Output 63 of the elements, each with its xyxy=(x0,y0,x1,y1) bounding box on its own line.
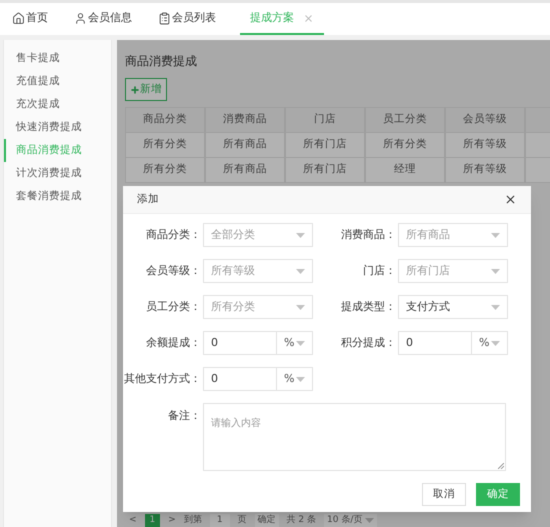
home-icon xyxy=(12,12,25,24)
column-header: 消费商品 xyxy=(205,107,285,133)
caret-icon xyxy=(296,304,305,310)
user-icon xyxy=(74,12,87,24)
next-page-button[interactable]: > xyxy=(168,514,176,527)
caret-icon xyxy=(491,304,500,310)
unit-select[interactable]: % xyxy=(277,331,313,355)
close-icon[interactable] xyxy=(504,193,517,206)
resize-handle-icon xyxy=(498,463,504,469)
column-header: 员工分类 xyxy=(365,107,445,133)
nav-tab[interactable]: 首页 xyxy=(10,3,50,35)
clipboard-icon xyxy=(158,12,171,24)
sidebar-item[interactable]: 充次提成 xyxy=(4,93,111,116)
page-unit-label: 页 xyxy=(238,514,247,527)
table-cell: 所有等级 xyxy=(445,158,525,183)
page-size-select[interactable]: 10 条/页 xyxy=(324,514,378,527)
cancel-button[interactable]: 取消 xyxy=(422,483,466,506)
field-label: 提成类型： xyxy=(340,298,397,315)
field-label: 门店： xyxy=(362,262,397,279)
field-label: 会员等级： xyxy=(145,262,202,279)
column-header: 商品分类 xyxy=(125,107,205,133)
go-button[interactable]: 确定 xyxy=(254,514,279,527)
field-label: 积分提成： xyxy=(340,334,397,351)
unit-select[interactable]: % xyxy=(277,367,313,391)
sidebar-item[interactable]: 售卡提成 xyxy=(4,47,111,70)
field-label: 消费商品： xyxy=(340,226,397,243)
select-field[interactable]: 支付方式 xyxy=(398,295,508,319)
sidebar-item[interactable]: 计次消费提成 xyxy=(4,162,111,185)
page-title: 商品消费提成 xyxy=(125,53,198,70)
number-input[interactable]: 0 xyxy=(203,331,277,355)
caret-icon xyxy=(491,232,500,238)
plus-icon xyxy=(130,84,140,94)
field-label: 备注： xyxy=(167,408,202,424)
caret-icon xyxy=(296,232,305,238)
dialog-title: 添加 xyxy=(137,192,159,207)
table-cell: 所有商品 xyxy=(205,158,285,183)
caret-icon xyxy=(296,376,305,382)
table-cell: 所有分类 xyxy=(125,158,205,183)
number-input[interactable]: 0 xyxy=(398,331,472,355)
field-label: 余额提成： xyxy=(145,334,202,351)
prev-page-button[interactable]: < xyxy=(129,514,137,527)
nav-tab[interactable]: 会员信息 xyxy=(72,3,134,35)
field-label: 员工分类： xyxy=(145,298,202,315)
caret-icon xyxy=(365,518,374,523)
caret-icon xyxy=(491,340,500,346)
sidebar-item[interactable]: 套餐消费提成 xyxy=(4,185,111,208)
field-label: 其他支付方式： xyxy=(123,370,202,387)
table-cell: 经理 xyxy=(365,158,445,183)
goto-label: 到第 xyxy=(184,514,202,527)
unit-select[interactable]: % xyxy=(472,331,508,355)
table-cell: 所有门店 xyxy=(285,158,365,183)
field-label: 商品分类： xyxy=(145,226,202,243)
total-count: 共 2 条 xyxy=(286,514,316,527)
sidebar-item[interactable]: 快速消费提成 xyxy=(4,116,111,139)
column-header: 会员等级 xyxy=(445,107,525,133)
page-input[interactable]: 1 xyxy=(210,514,230,527)
caret-icon xyxy=(296,340,305,346)
nav-tab[interactable]: 会员列表 xyxy=(156,3,218,35)
number-input[interactable]: 0 xyxy=(203,367,277,391)
caret-icon xyxy=(491,268,500,274)
sidebar-item[interactable]: 充值提成 xyxy=(4,70,111,93)
caret-icon xyxy=(296,268,305,274)
column-header: 门店 xyxy=(285,107,365,133)
